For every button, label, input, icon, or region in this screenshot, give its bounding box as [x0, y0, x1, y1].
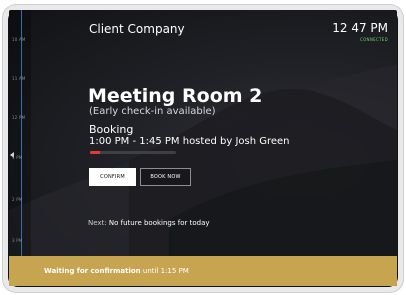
next-booking: Next: No future bookings for today [88, 219, 210, 227]
status-banner-rest: until 1:15 PM [142, 267, 189, 275]
early-checkin-note: (Early check-in available) [89, 106, 216, 117]
timeline-tick: 10 AM [12, 37, 26, 42]
booking-progress-bar [90, 151, 176, 154]
room-display-screen: 10 AM 11 AM 12 PM 1 PM 2 PM 3 PM Client … [9, 10, 397, 286]
confirm-button[interactable]: CONFIRM [89, 168, 136, 186]
status-banner-text: Waiting for confirmation until 1:15 PM [44, 267, 189, 275]
clock: 12 47 PM [332, 21, 388, 35]
timeline-tick: 3 PM [12, 238, 23, 243]
company-name: Client Company [89, 22, 185, 36]
next-booking-text: No future bookings for today [108, 219, 210, 227]
timeline-tick: 11 AM [12, 76, 26, 81]
status-banner-strong: Waiting for confirmation [44, 267, 141, 275]
timeline-sidebar[interactable]: 10 AM 11 AM 12 PM 1 PM 2 PM 3 PM [9, 10, 31, 286]
timeline-line [21, 10, 22, 286]
next-label: Next: [88, 219, 107, 227]
book-now-button[interactable]: BOOK NOW [140, 168, 191, 186]
connection-status: CONNECTED [360, 37, 388, 42]
booking-progress-fill [90, 151, 101, 154]
timeline-tick: 12 PM [12, 115, 26, 120]
booking-details: 1:00 PM - 1:45 PM hosted by Josh Green [89, 136, 290, 147]
booking-label: Booking [89, 123, 134, 136]
background-dunes [9, 65, 397, 286]
status-banner: Waiting for confirmation until 1:15 PM [9, 256, 397, 286]
room-title: Meeting Room 2 [88, 85, 263, 107]
timeline-tick: 1 PM [12, 155, 23, 160]
timeline-tick: 2 PM [12, 197, 23, 202]
